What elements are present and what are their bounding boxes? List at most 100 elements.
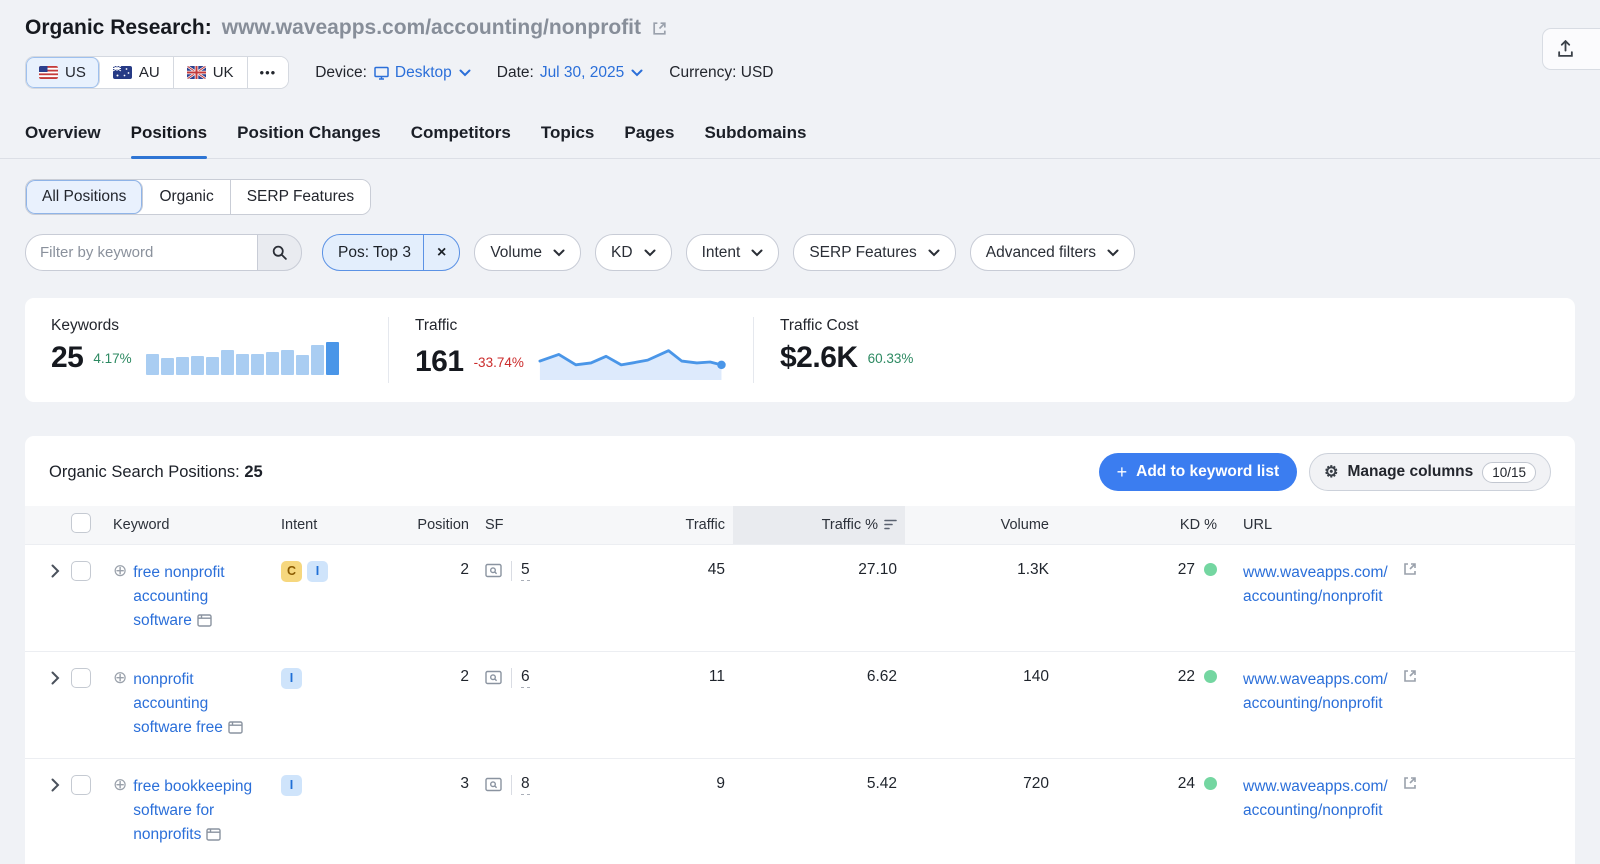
intent-badge-informational[interactable]: I <box>307 561 328 582</box>
sf-count-link[interactable]: 8 <box>521 775 530 795</box>
keywords-bar-chart[interactable] <box>146 342 339 375</box>
add-to-keyword-list-label: Add to keyword list <box>1136 463 1279 481</box>
chevron-down-icon <box>1107 249 1119 257</box>
add-keyword-icon[interactable]: ⊕ <box>113 561 127 633</box>
intent-badge-commercial[interactable]: C <box>281 561 302 582</box>
keyword-link[interactable]: nonprofit accounting software free <box>133 671 223 736</box>
position-filter-chip[interactable]: Pos: Top 3 × <box>322 234 460 271</box>
table-title-text: Organic Search Positions: <box>49 463 240 481</box>
close-icon: × <box>437 244 446 262</box>
traffic-value: 9 <box>573 758 733 864</box>
date-selector: Date: Jul 30, 2025 <box>497 64 644 82</box>
remove-filter-button[interactable]: × <box>423 235 459 270</box>
serp-preview-icon[interactable] <box>485 563 502 578</box>
serp-features-filter-dropdown[interactable]: SERP Features <box>793 234 955 271</box>
us-flag-icon <box>39 66 58 79</box>
traffic-sparkline[interactable] <box>538 341 727 383</box>
col-header-sf[interactable]: SF <box>477 506 573 544</box>
traffic-metric-change: -33.74% <box>474 355 524 370</box>
add-keyword-icon[interactable]: ⊕ <box>113 775 127 847</box>
col-header-traffic[interactable]: Traffic <box>573 506 733 544</box>
col-header-traffic-pct[interactable]: Traffic % <box>733 506 905 544</box>
tab-position-changes[interactable]: Position Changes <box>237 123 381 158</box>
external-link-icon[interactable] <box>651 20 668 37</box>
col-header-keyword[interactable]: Keyword <box>105 506 273 544</box>
country-tab-au[interactable]: AU <box>100 57 174 88</box>
row-checkbox[interactable] <box>71 668 91 688</box>
add-to-keyword-list-button[interactable]: + Add to keyword list <box>1099 453 1297 491</box>
tab-overview[interactable]: Overview <box>25 123 101 158</box>
export-button[interactable] <box>1542 28 1600 70</box>
table-title: Organic Search Positions: 25 <box>49 463 263 482</box>
keywords-metric-label: Keywords <box>51 317 362 335</box>
date-dropdown[interactable]: Jul 30, 2025 <box>540 64 643 82</box>
tab-positions[interactable]: Positions <box>131 123 208 158</box>
serp-preview-icon[interactable] <box>485 777 502 792</box>
tab-topics[interactable]: Topics <box>541 123 595 158</box>
more-countries-button[interactable]: ••• <box>248 57 289 88</box>
serp-snapshot-icon[interactable] <box>228 721 243 734</box>
sf-count-link[interactable]: 5 <box>521 561 530 581</box>
chevron-down-icon <box>631 69 643 77</box>
tab-subdomains[interactable]: Subdomains <box>704 123 806 158</box>
kd-difficulty-dot <box>1204 777 1217 790</box>
manage-columns-label: Manage columns <box>1347 463 1473 481</box>
serp-snapshot-icon[interactable] <box>197 614 212 627</box>
table-row-count: 25 <box>244 463 262 481</box>
intent-badge-informational[interactable]: I <box>281 775 302 796</box>
device-dropdown[interactable]: Desktop <box>373 64 471 82</box>
serp-preview-icon[interactable] <box>485 670 502 685</box>
url-link[interactable]: www.waveapps.com/accounting/nonprofit <box>1243 668 1395 716</box>
tab-pages[interactable]: Pages <box>624 123 674 158</box>
dropdown-label: SERP Features <box>809 244 916 262</box>
keyword-filter-input[interactable] <box>25 234 257 271</box>
col-header-kd[interactable]: KD % <box>1057 506 1225 544</box>
filter-all-positions[interactable]: All Positions <box>26 180 143 214</box>
intent-badge-informational[interactable]: I <box>281 668 302 689</box>
advanced-filters-dropdown[interactable]: Advanced filters <box>970 234 1135 271</box>
country-selector: US AU <box>25 56 289 89</box>
col-header-url[interactable]: URL <box>1225 506 1575 544</box>
url-link[interactable]: www.waveapps.com/accounting/nonprofit <box>1243 561 1395 609</box>
expand-row-icon[interactable] <box>51 671 60 685</box>
dropdown-label: KD <box>611 244 633 262</box>
col-header-volume[interactable]: Volume <box>905 506 1057 544</box>
country-tab-uk[interactable]: UK <box>174 57 248 88</box>
metrics-summary-card: Keywords 25 4.17% Traffic 161 -33.74% Tr… <box>25 298 1575 402</box>
external-link-icon[interactable] <box>1402 668 1418 716</box>
traffic-metric-label: Traffic <box>415 317 727 335</box>
traffic-value: 11 <box>573 651 733 758</box>
col-header-intent[interactable]: Intent <box>273 506 395 544</box>
country-label: UK <box>213 64 234 81</box>
desktop-icon <box>373 65 390 81</box>
expand-row-icon[interactable] <box>51 778 60 792</box>
col-header-position[interactable]: Position <box>395 506 477 544</box>
kd-value: 24 <box>1178 775 1195 793</box>
search-button[interactable] <box>257 234 302 271</box>
kd-filter-dropdown[interactable]: KD <box>595 234 672 271</box>
serp-snapshot-icon[interactable] <box>206 828 221 841</box>
country-label: US <box>65 64 86 81</box>
gear-icon: ⚙ <box>1324 462 1338 482</box>
url-link[interactable]: www.waveapps.com/accounting/nonprofit <box>1243 775 1395 823</box>
row-checkbox[interactable] <box>71 561 91 581</box>
country-tab-us[interactable]: US <box>26 57 100 88</box>
manage-columns-button[interactable]: ⚙ Manage columns 10/15 <box>1309 453 1551 491</box>
external-link-icon[interactable] <box>1402 775 1418 823</box>
intent-filter-dropdown[interactable]: Intent <box>686 234 780 271</box>
add-keyword-icon[interactable]: ⊕ <box>113 668 127 740</box>
select-all-checkbox[interactable] <box>71 513 91 533</box>
chevron-down-icon <box>751 249 763 257</box>
keyword-link[interactable]: free bookkeeping software for nonprofits <box>133 778 252 843</box>
traffic-value: 45 <box>573 544 733 651</box>
positions-table: Keyword Intent Position SF Traffic Traff… <box>25 506 1575 864</box>
chevron-down-icon <box>553 249 565 257</box>
expand-row-icon[interactable] <box>51 564 60 578</box>
external-link-icon[interactable] <box>1402 561 1418 609</box>
sf-count-link[interactable]: 6 <box>521 668 530 688</box>
row-checkbox[interactable] <box>71 775 91 795</box>
filter-organic[interactable]: Organic <box>143 180 230 214</box>
tab-competitors[interactable]: Competitors <box>411 123 511 158</box>
volume-filter-dropdown[interactable]: Volume <box>474 234 581 271</box>
filter-serp-features[interactable]: SERP Features <box>231 180 370 214</box>
